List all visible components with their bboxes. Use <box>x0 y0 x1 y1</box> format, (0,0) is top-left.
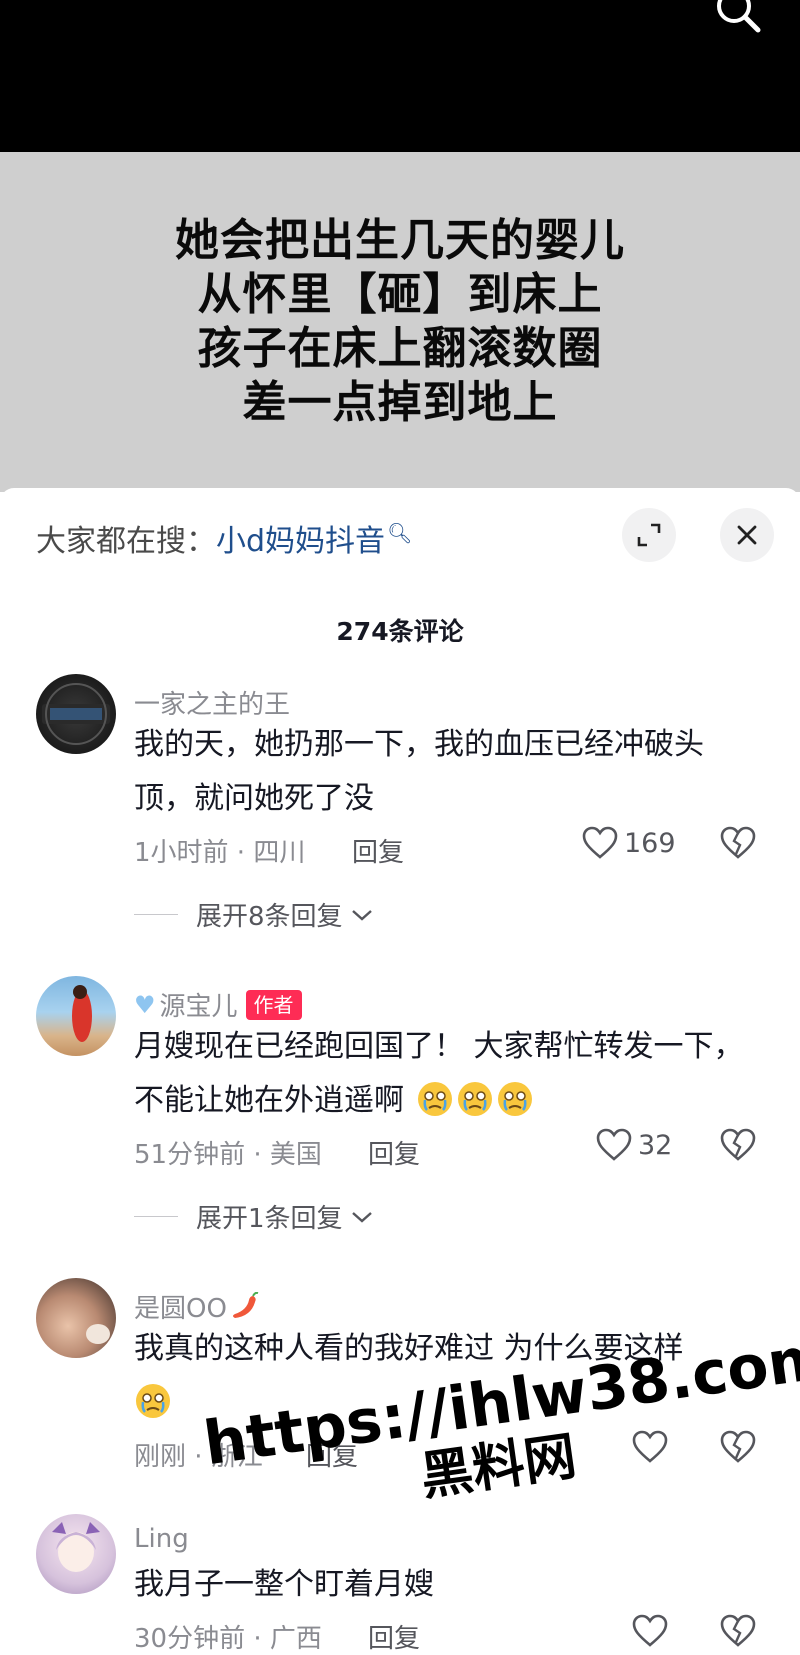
divider-line <box>134 914 178 915</box>
fullscreen-button[interactable] <box>622 508 676 562</box>
expand-icon <box>637 523 661 547</box>
crying-emoji-icon <box>136 1384 170 1418</box>
caption-line: 差一点掉到地上 <box>242 377 558 428</box>
heart-icon <box>582 826 618 859</box>
expand-replies[interactable]: 展开1条回复 <box>134 1198 373 1235</box>
comment-meta: 1小时前 · 四川 <box>134 838 306 868</box>
reply-button[interactable]: 回复 <box>352 832 404 869</box>
broken-heart-icon <box>720 826 756 859</box>
dislike-button[interactable] <box>720 1614 756 1652</box>
expand-replies-label[interactable]: 展开8条回复 <box>196 896 343 933</box>
avatar[interactable] <box>36 674 116 754</box>
avatar-image <box>86 1324 110 1344</box>
like-count: 32 <box>638 1129 673 1161</box>
search-icon[interactable] <box>712 0 764 36</box>
broken-heart-icon <box>720 1128 756 1161</box>
blue-heart-icon: ♥ <box>134 990 156 1019</box>
like-button[interactable]: 169 <box>582 826 676 860</box>
heart-icon <box>632 1614 668 1647</box>
search-small-icon: 🔍︎ <box>387 521 413 545</box>
like-count: 169 <box>624 827 676 859</box>
divider-line <box>134 1216 178 1217</box>
close-button[interactable] <box>720 508 774 562</box>
expand-replies[interactable]: 展开8条回复 <box>134 896 373 933</box>
hot-search-link[interactable]: 小d妈妈抖音 🔍︎ <box>216 521 413 559</box>
comment-username-row: 是圆OO <box>134 1288 259 1325</box>
caption-line: 她会把出生几天的婴儿 <box>175 215 625 266</box>
avatar-image <box>72 985 92 1042</box>
video-frame[interactable]: 她会把出生几天的婴儿 从怀里【砸】到床上 孩子在床上翻滚数圈 差一点掉到地上 <box>0 152 800 492</box>
dislike-button[interactable] <box>720 1128 756 1166</box>
avatar-image <box>42 683 110 745</box>
comment-meta: 30分钟前 · 广西 <box>134 1624 322 1654</box>
like-button[interactable]: 32 <box>596 1128 672 1162</box>
avatar-image <box>52 1522 100 1572</box>
crying-emoji-icon <box>497 1082 532 1116</box>
comment-count: 274条评论 <box>336 617 464 646</box>
hot-search: 大家都在搜：小d妈妈抖音 🔍︎ <box>36 512 412 563</box>
reply-button[interactable]: 回复 <box>368 1618 420 1655</box>
like-button[interactable] <box>632 1614 668 1648</box>
video-top-bar <box>0 0 800 152</box>
comment-text: 我的天，她扔那一下，我的血压已经冲破头顶，就问她死了没 <box>134 727 704 816</box>
hot-search-label: 大家都在搜： <box>36 524 216 559</box>
close-icon <box>737 525 757 545</box>
comment-username-row: ♥ 源宝儿 作者 <box>134 986 302 1023</box>
crying-emoji-icon <box>457 1082 492 1116</box>
comment-text: 我月子一整个盯着月嫂 <box>134 1567 434 1602</box>
author-badge: 作者 <box>245 989 302 1020</box>
comment-username[interactable]: 是圆OO <box>134 1288 227 1325</box>
caption-line: 从怀里【砸】到床上 <box>197 269 603 320</box>
avatar[interactable] <box>36 976 116 1056</box>
hot-search-term[interactable]: 小d妈妈抖音 <box>216 524 385 559</box>
expand-replies-label[interactable]: 展开1条回复 <box>196 1198 343 1235</box>
broken-heart-icon <box>720 1614 756 1647</box>
heart-icon <box>596 1128 632 1161</box>
reply-button[interactable]: 回复 <box>368 1134 420 1171</box>
comment-username[interactable]: 源宝儿 <box>160 986 238 1023</box>
comment-username[interactable]: Ling <box>134 1524 189 1554</box>
comment-text: 月嫂现在已经跑回国了！ 大家帮忙转发一下，不能让她在外逍遥啊 <box>134 1020 754 1128</box>
avatar[interactable] <box>36 1278 116 1358</box>
chevron-down-icon <box>351 909 372 921</box>
chevron-down-icon <box>351 1211 372 1223</box>
comment-meta: 51分钟前 · 美国 <box>134 1140 322 1170</box>
crying-emoji-icon <box>417 1082 452 1116</box>
comment-username[interactable]: 一家之主的王 <box>134 684 290 721</box>
video-caption: 她会把出生几天的婴儿 从怀里【砸】到床上 孩子在床上翻滚数圈 差一点掉到地上 <box>0 214 800 430</box>
caption-line: 孩子在床上翻滚数圈 <box>197 323 603 374</box>
chili-icon <box>232 1291 259 1318</box>
dislike-button[interactable] <box>720 826 756 864</box>
avatar[interactable] <box>36 1514 116 1594</box>
